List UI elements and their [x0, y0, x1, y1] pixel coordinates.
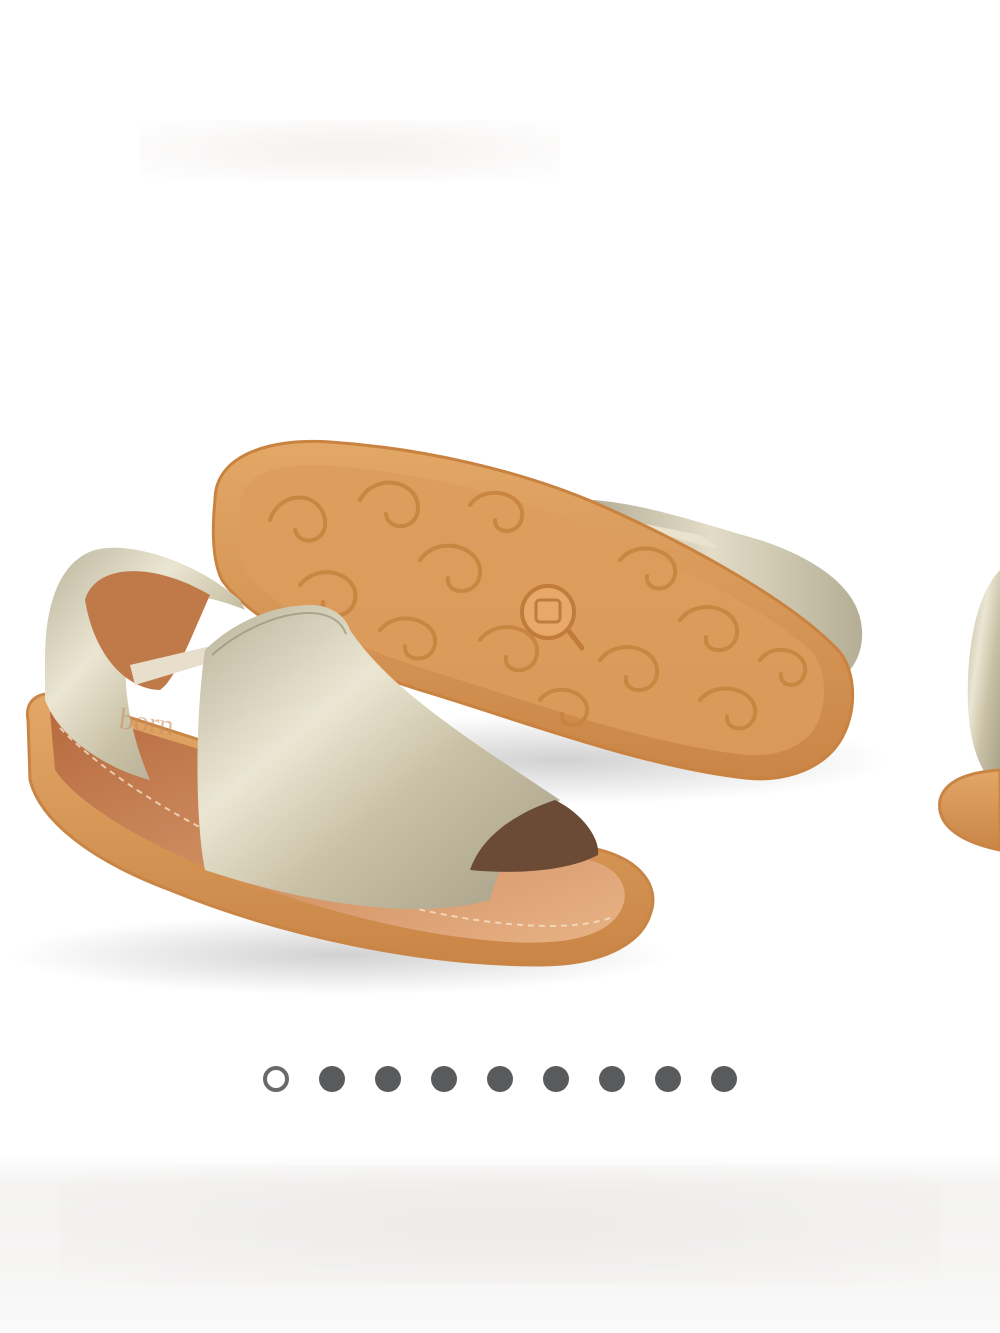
bottom-shadow-soft — [60, 1165, 940, 1285]
bottom-shadow-band — [0, 1155, 1000, 1333]
carousel-dot-7[interactable] — [599, 1066, 625, 1092]
carousel-dot-3[interactable] — [375, 1066, 401, 1092]
product-gallery-page: born — [0, 0, 1000, 1333]
carousel-dot-9[interactable] — [711, 1066, 737, 1092]
sandal-partial-view — [938, 570, 1000, 852]
carousel-dot-5[interactable] — [487, 1066, 513, 1092]
carousel-dot-8[interactable] — [655, 1066, 681, 1092]
carousel-dot-6[interactable] — [543, 1066, 569, 1092]
product-photo-sandals[interactable]: born — [0, 0, 1000, 1160]
carousel-dot-1[interactable] — [263, 1066, 289, 1092]
carousel-dot-4[interactable] — [431, 1066, 457, 1092]
carousel-pagination — [0, 1066, 1000, 1094]
product-image-gallery[interactable]: born — [0, 0, 1000, 1160]
carousel-dot-2[interactable] — [319, 1066, 345, 1092]
